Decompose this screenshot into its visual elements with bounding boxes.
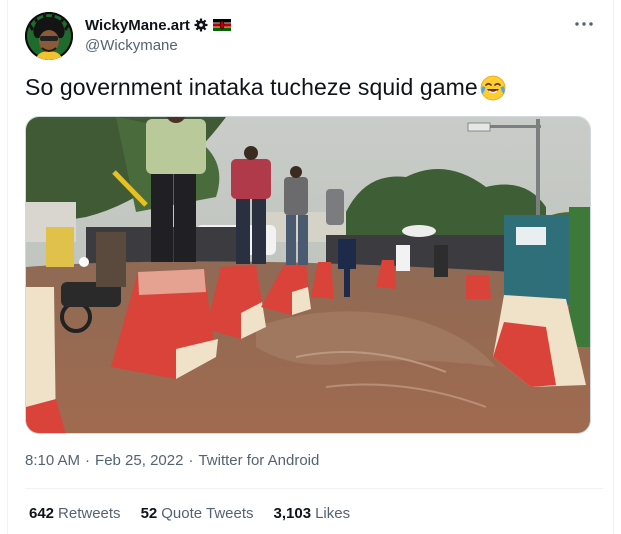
tweet-time-link[interactable]: 8:10 AM — [25, 452, 80, 469]
tweet-date-link[interactable]: Feb 25, 2022 — [95, 452, 183, 469]
tweet-text: So government inataka tucheze squid game — [25, 74, 506, 101]
more-options-icon[interactable] — [573, 13, 595, 35]
tweet-photo[interactable] — [25, 116, 591, 434]
tweet-stats: 642 Retweets 52 Quote Tweets 3,103 Likes — [29, 505, 350, 522]
gear-badge-icon — [194, 18, 208, 32]
retweets-label: Retweets — [58, 505, 121, 522]
likes-count: 3,103 — [273, 505, 312, 522]
avatar[interactable] — [25, 12, 73, 60]
quote-tweets-stat[interactable]: 52 Quote Tweets — [141, 505, 254, 522]
quote-tweets-count: 52 — [140, 505, 158, 522]
author-names: WickyMane.art @Wickymane — [85, 15, 231, 54]
meta-separator: · — [188, 452, 194, 469]
face-with-tears-of-joy-emoji-icon — [480, 75, 506, 101]
likes-stat[interactable]: 3,103 Likes — [274, 505, 351, 522]
quote-tweets-label: Quote Tweets — [161, 505, 254, 522]
tweet-source-link[interactable]: Twitter for Android — [198, 452, 319, 469]
tweet-text-body: So government inataka tucheze squid game — [25, 74, 478, 100]
tweet-timestamp: 8:10 AM · Feb 25, 2022 · Twitter for And… — [25, 452, 319, 469]
tweet-card: WickyMane.art @Wickymane So government i… — [0, 0, 621, 534]
divider — [25, 488, 603, 489]
retweets-stat[interactable]: 642 Retweets — [29, 505, 121, 522]
meta-separator: · — [85, 452, 91, 469]
tweet-header: WickyMane.art @Wickymane — [25, 11, 603, 63]
retweets-count: 642 — [29, 505, 55, 522]
author-handle[interactable]: @Wickymane — [85, 37, 231, 54]
kenya-flag-icon — [212, 19, 231, 31]
likes-label: Likes — [315, 505, 351, 522]
display-name[interactable]: WickyMane.art — [85, 17, 190, 34]
